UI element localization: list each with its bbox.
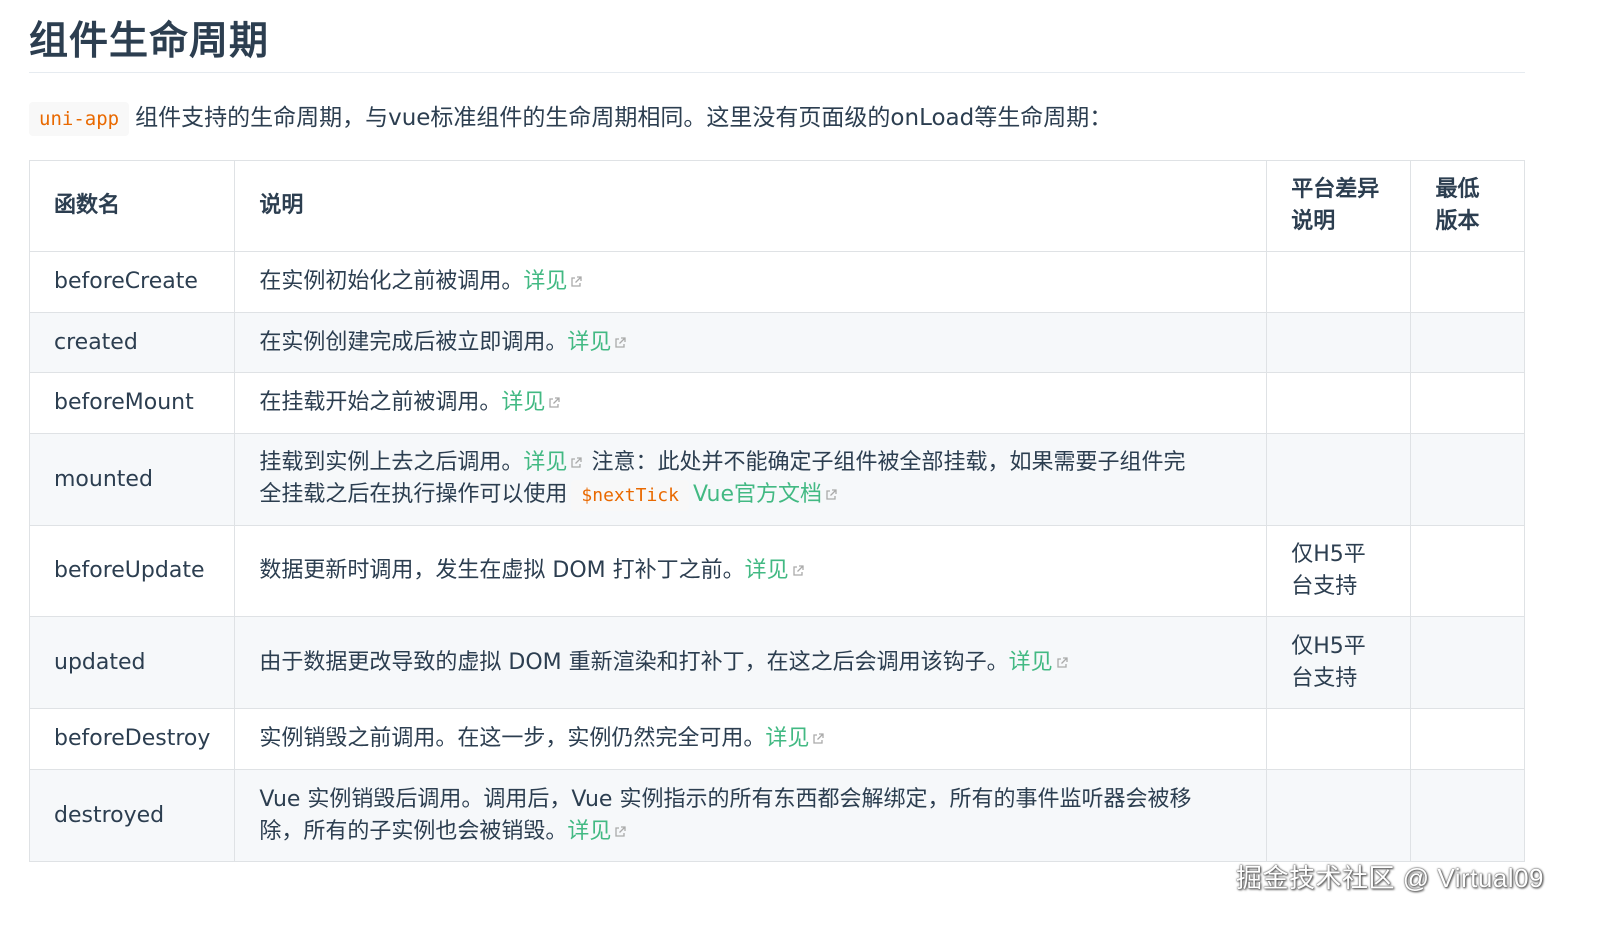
description-text: 在实例初始化之前被调用。: [259, 269, 524, 294]
cell-version: [1410, 312, 1525, 373]
inline-code-uni-app: uni-app: [29, 102, 130, 136]
table-row: beforeDestroy 实例销毁之前调用。在这一步，实例仍然完全可用。详见: [28, 708, 1525, 770]
external-link-icon: [569, 456, 583, 470]
table-row: beforeMount 在挂载开始之前被调用。详见: [28, 372, 1525, 434]
external-link-icon: [547, 396, 561, 410]
external-link-icon: [613, 336, 627, 350]
table-row: mounted 挂载到实例上去之后调用。详见 注意：此处并不能确定子组件被全部挂载…: [28, 433, 1525, 526]
inline-code-nexttick: $nextTick: [571, 480, 689, 511]
intro-text: 组件支持的生命周期，与vue标准组件的生命周期相同。这里没有页面级的onLoad…: [135, 105, 1113, 131]
cell-version: [1410, 251, 1525, 313]
platform-note-line1: 仅H5平: [1291, 633, 1366, 659]
cell-version: [1410, 769, 1525, 862]
table-row: created 在实例创建完成后被立即调用。详见: [28, 312, 1525, 373]
details-link[interactable]: 详见: [501, 390, 545, 415]
external-link-icon: [791, 564, 805, 578]
header-function-name: 函数名: [28, 160, 236, 252]
details-link[interactable]: 详见: [765, 726, 809, 751]
cell-description: 实例销毁之前调用。在这一步，实例仍然完全可用。详见: [234, 708, 1268, 770]
cell-version: [1410, 433, 1525, 526]
cell-function-name: beforeCreate: [28, 251, 236, 313]
details-link[interactable]: 详见: [523, 450, 567, 475]
cell-version: [1410, 616, 1525, 709]
platform-note-line2: 台支持: [1291, 665, 1358, 691]
description-text: 在实例创建完成后被立即调用。: [259, 329, 568, 355]
details-link[interactable]: 详见: [523, 269, 567, 294]
description-text: 由于数据更改导致的虚拟 DOM 重新渲染和打补丁，在这之后会调用该钩子。: [259, 649, 1009, 675]
table-row: beforeUpdate 数据更新时调用，发生在虚拟 DOM 打补丁之前。详见 …: [28, 525, 1525, 617]
header-platform-line1: 平台差异: [1291, 177, 1380, 202]
cell-version: [1410, 708, 1525, 770]
cell-platform: [1266, 251, 1412, 313]
cell-platform: [1266, 312, 1412, 373]
cell-platform: 仅H5平 台支持: [1266, 525, 1412, 617]
note-text-line2: 全挂载之后在执行操作可以使用: [259, 482, 568, 507]
description-text: 挂载到实例上去之后调用。: [259, 450, 524, 475]
cell-function-name: beforeDestroy: [28, 708, 236, 770]
header-platform-diff: 平台差异 说明: [1266, 160, 1412, 252]
details-link[interactable]: 详见: [567, 819, 611, 844]
description-text: 数据更新时调用，发生在虚拟 DOM 打补丁之前。: [259, 558, 745, 583]
table-header-row: 函数名 说明 平台差异 说明 最低 版本: [28, 160, 1525, 252]
platform-note-line2: 台支持: [1291, 574, 1358, 599]
description-text: 实例销毁之前调用。在这一步，实例仍然完全可用。: [259, 726, 766, 751]
description-text-line2: 除，所有的子实例也会被销毁。: [259, 818, 568, 844]
description-text: 在挂载开始之前被调用。: [259, 390, 502, 415]
header-min-version: 最低 版本: [1410, 160, 1525, 252]
header-version-line2: 版本: [1435, 209, 1480, 234]
cell-description: 由于数据更改导致的虚拟 DOM 重新渲染和打补丁，在这之后会调用该钩子。详见: [234, 616, 1268, 709]
cell-platform: [1266, 433, 1412, 526]
cell-platform: 仅H5平 台支持: [1266, 616, 1412, 709]
cell-function-name: updated: [28, 616, 236, 709]
external-link-icon: [811, 732, 825, 746]
cell-platform: [1266, 372, 1412, 434]
details-link[interactable]: 详见: [1009, 650, 1053, 675]
cell-platform: [1266, 769, 1412, 862]
cell-description: 挂载到实例上去之后调用。详见 注意：此处并不能确定子组件被全部挂载，如果需要子组件…: [234, 433, 1268, 526]
external-link-icon: [824, 488, 838, 502]
description-text-line1: Vue 实例销毁后调用。调用后，Vue 实例指示的所有东西都会解绑定，所有的事件…: [259, 786, 1192, 812]
cell-description: 在实例创建完成后被立即调用。详见: [234, 312, 1268, 373]
cell-function-name: beforeUpdate: [28, 525, 236, 617]
header-version-line1: 最低: [1435, 177, 1480, 202]
intro-paragraph: uni-app 组件支持的生命周期，与vue标准组件的生命周期相同。这里没有页面级…: [29, 100, 1525, 138]
note-text-line1: 注意：此处并不能确定子组件被全部挂载，如果需要子组件完: [591, 450, 1186, 475]
external-link-icon: [1055, 656, 1069, 670]
cell-description: 数据更新时调用，发生在虚拟 DOM 打补丁之前。详见: [234, 525, 1268, 617]
external-link-icon: [569, 275, 583, 289]
header-description: 说明: [234, 160, 1268, 252]
details-link[interactable]: 详见: [745, 558, 789, 583]
header-platform-line2: 说明: [1291, 209, 1336, 234]
page-title: 组件生命周期: [29, 0, 1525, 73]
cell-function-name: destroyed: [28, 769, 236, 862]
cell-description: 在实例初始化之前被调用。详见: [234, 251, 1268, 313]
cell-function-name: created: [28, 312, 236, 373]
cell-platform: [1266, 708, 1412, 770]
vue-docs-link[interactable]: Vue官方文档: [693, 482, 822, 507]
cell-description: Vue 实例销毁后调用。调用后，Vue 实例指示的所有东西都会解绑定，所有的事件…: [234, 769, 1268, 862]
cell-version: [1410, 372, 1525, 434]
table-row: beforeCreate 在实例初始化之前被调用。详见: [28, 251, 1525, 313]
watermark: 掘金技术社区 @ Virtual09: [1236, 863, 1544, 893]
table-row: destroyed Vue 实例销毁后调用。调用后，Vue 实例指示的所有东西都…: [28, 769, 1525, 862]
lifecycle-table: 函数名 说明 平台差异 说明 最低 版本 beforeCreate 在实例初始化…: [28, 160, 1525, 862]
cell-function-name: mounted: [28, 433, 236, 526]
cell-description: 在挂载开始之前被调用。详见: [234, 372, 1268, 434]
details-link[interactable]: 详见: [567, 330, 611, 355]
cell-version: [1410, 525, 1525, 617]
cell-function-name: beforeMount: [28, 372, 236, 434]
platform-note-line1: 仅H5平: [1291, 542, 1366, 567]
external-link-icon: [613, 825, 627, 839]
table-row: updated 由于数据更改导致的虚拟 DOM 重新渲染和打补丁，在这之后会调用…: [28, 616, 1525, 709]
